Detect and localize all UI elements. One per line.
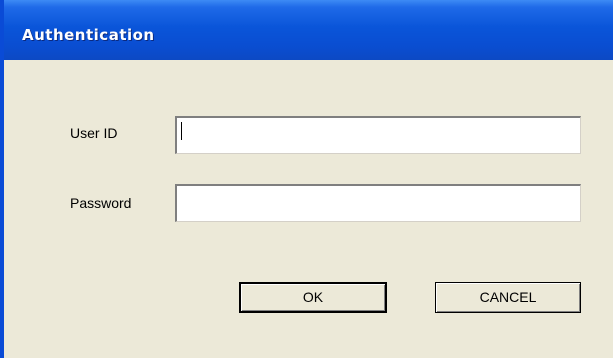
title-bar[interactable]: Authentication — [4, 0, 613, 60]
user-id-label: User ID — [70, 125, 118, 141]
text-caret — [181, 122, 182, 140]
cancel-button[interactable]: CANCEL — [435, 282, 581, 313]
password-label: Password — [70, 195, 132, 211]
user-id-input[interactable] — [175, 116, 581, 154]
ok-button[interactable]: OK — [239, 282, 387, 313]
password-input[interactable] — [175, 184, 581, 222]
authentication-dialog: Authentication User ID Password OK CANCE… — [0, 0, 613, 358]
window-title: Authentication — [22, 26, 155, 44]
